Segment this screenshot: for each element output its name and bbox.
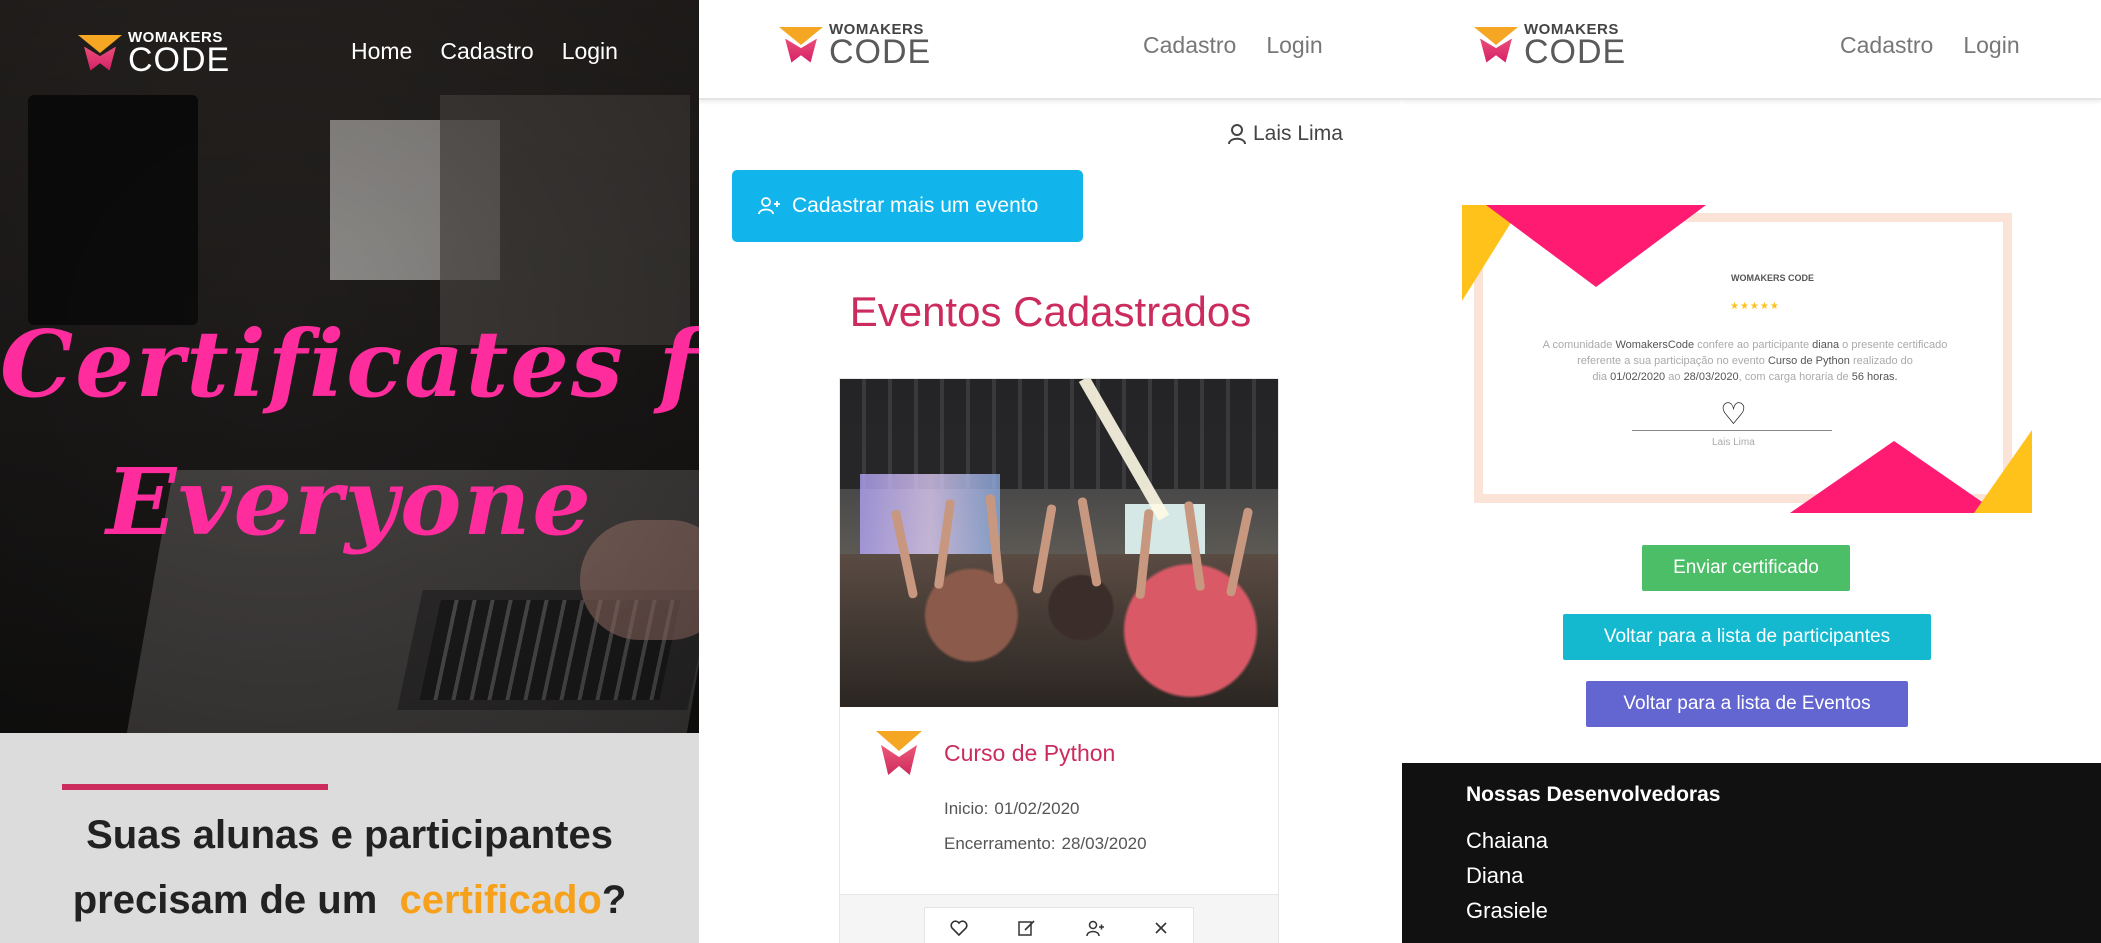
event-title[interactable]: Curso de Python [944,740,1115,767]
event-card-footer [840,894,1278,943]
user-icon [1228,124,1246,145]
landing-panel: WOMAKERS CODE Home Cadastro Login Certif… [0,0,699,943]
nav-cadastro-link[interactable]: Cadastro [1143,32,1236,59]
event-start-date: 01/02/2020 [994,799,1080,818]
certificate-text: A comunidade WomakersCode confere ao par… [1530,337,1960,385]
cert-text: o presente certificado [1842,339,1948,351]
developer-name: Grasiele [1466,898,1548,923]
cert-text: , com carga horaria de [1738,371,1849,383]
top-navbar: WOMAKERS CODE Home Cadastro Login [0,0,699,100]
butterfly-logo-icon [779,26,823,65]
intro-section: Suas alunas e participantes precisam de … [0,733,699,943]
cert-participant: diana [1812,339,1840,351]
event-photo [840,379,1278,707]
cert-community: WomakersCode [1615,339,1695,351]
edit-icon[interactable] [1018,919,1036,937]
certificate-corner-decoration [1974,430,2032,513]
back-to-participants-button[interactable]: Voltar para a lista de participantes [1563,614,1931,660]
signature-icon: ♡ [1720,398,1747,431]
intro-question-text: precisam de um [72,878,378,922]
event-start-label: Inicio: [944,799,989,818]
certificate-stars: ★★★★★ [1730,301,1780,312]
add-event-button[interactable]: Cadastrar mais um evento [732,170,1083,242]
cert-text: dia [1592,371,1608,383]
event-end-date: 28/03/2020 [1061,834,1147,853]
intro-question-mark: ? [601,878,627,922]
signature-name: Lais Lima [1712,437,1755,448]
developers-footer: Nossas Desenvolvedoras Chaiana Diana Gra… [1402,763,2101,943]
hero-headline-line2: Everyone [106,448,593,556]
add-event-label: Cadastrar mais um evento [792,194,1039,217]
certificate-panel: WOMAKERS CODE Cadastro Login WOMAKERS CO… [1402,0,2101,943]
intro-question-line2: precisam de um certificado? [0,878,699,923]
top-navbar: WOMAKERS CODE Cadastro Login [699,0,1402,100]
nav-login-link[interactable]: Login [1266,32,1322,59]
cert-start-date: 01/02/2020 [1610,371,1666,383]
event-card[interactable]: Curso de Python Inicio: 01/02/2020 Encerr… [839,378,1279,943]
brand-logo[interactable]: WOMAKERS CODE [78,30,230,77]
intro-highlight-word: certificado [399,878,602,922]
nav-login-link[interactable]: Login [1963,32,2019,59]
section-title: Eventos Cadastrados [849,288,1252,335]
developer-name: Chaiana [1466,828,1548,853]
event-start: Inicio: 01/02/2020 [944,799,1080,819]
developer-name: Diana [1466,863,1524,888]
certificate-logo: WOMAKERS CODE [1731,273,1814,283]
nav-login-link[interactable]: Login [562,38,618,65]
cert-end-date: 28/03/2020 [1683,371,1739,383]
logo-text-bottom: CODE [829,33,932,71]
send-certificate-button[interactable]: Enviar certificado [1642,545,1850,591]
heart-icon[interactable] [950,920,968,936]
cert-text: confere ao participante [1697,339,1810,351]
certificate-preview: WOMAKERS CODE ★★★★★ A comunidade Womaker… [1462,205,2032,513]
event-end: Encerramento: 28/03/2020 [944,834,1147,854]
cert-hours: 56 horas. [1851,371,1898,383]
user-name: Lais Lima [1253,122,1343,145]
events-panel: WOMAKERS CODE Cadastro Login Lais Lima C… [699,0,1402,943]
developers-title: Nossas Desenvolvedoras [1466,783,1721,806]
certificate-corner-decoration [1486,205,1706,287]
cert-text: ao [1668,371,1681,383]
signature-line [1632,430,1832,431]
event-actions [924,907,1194,943]
accent-divider [62,784,328,790]
top-navbar: WOMAKERS CODE Cadastro Login [1402,0,2101,100]
cert-text: A comunidade [1542,339,1613,351]
logo-text-bottom: CODE [128,41,231,79]
event-end-label: Encerramento: [944,834,1056,853]
hero-headline: Certificates for Everyone [0,295,699,571]
cert-text: realizado do [1852,355,1913,367]
logo-text-bottom: CODE [1524,33,1627,71]
nav-cadastro-link[interactable]: Cadastro [440,38,533,65]
cert-text: referente a sua participação no evento [1577,355,1765,367]
back-to-events-button[interactable]: Voltar para a lista de Eventos [1586,681,1908,727]
close-icon[interactable] [1154,921,1168,935]
brand-logo[interactable]: WOMAKERS CODE [779,22,931,69]
user-profile[interactable]: Lais Lima [1227,122,1343,146]
brand-logo[interactable]: WOMAKERS CODE [1474,22,1626,69]
intro-question-line1: Suas alunas e participantes [86,813,613,857]
nav-home-link[interactable]: Home [351,38,412,65]
butterfly-logo-icon [1474,26,1518,65]
nav-cadastro-link[interactable]: Cadastro [1840,32,1933,59]
participants-icon[interactable] [1086,919,1104,937]
butterfly-logo-icon [876,731,922,777]
cert-event: Curso de Python [1767,355,1850,367]
users-plus-icon [758,197,780,215]
butterfly-logo-icon [78,34,122,73]
certificate-corner-decoration [1790,441,1998,513]
hero-headline-line1: Certificates for [0,310,699,418]
